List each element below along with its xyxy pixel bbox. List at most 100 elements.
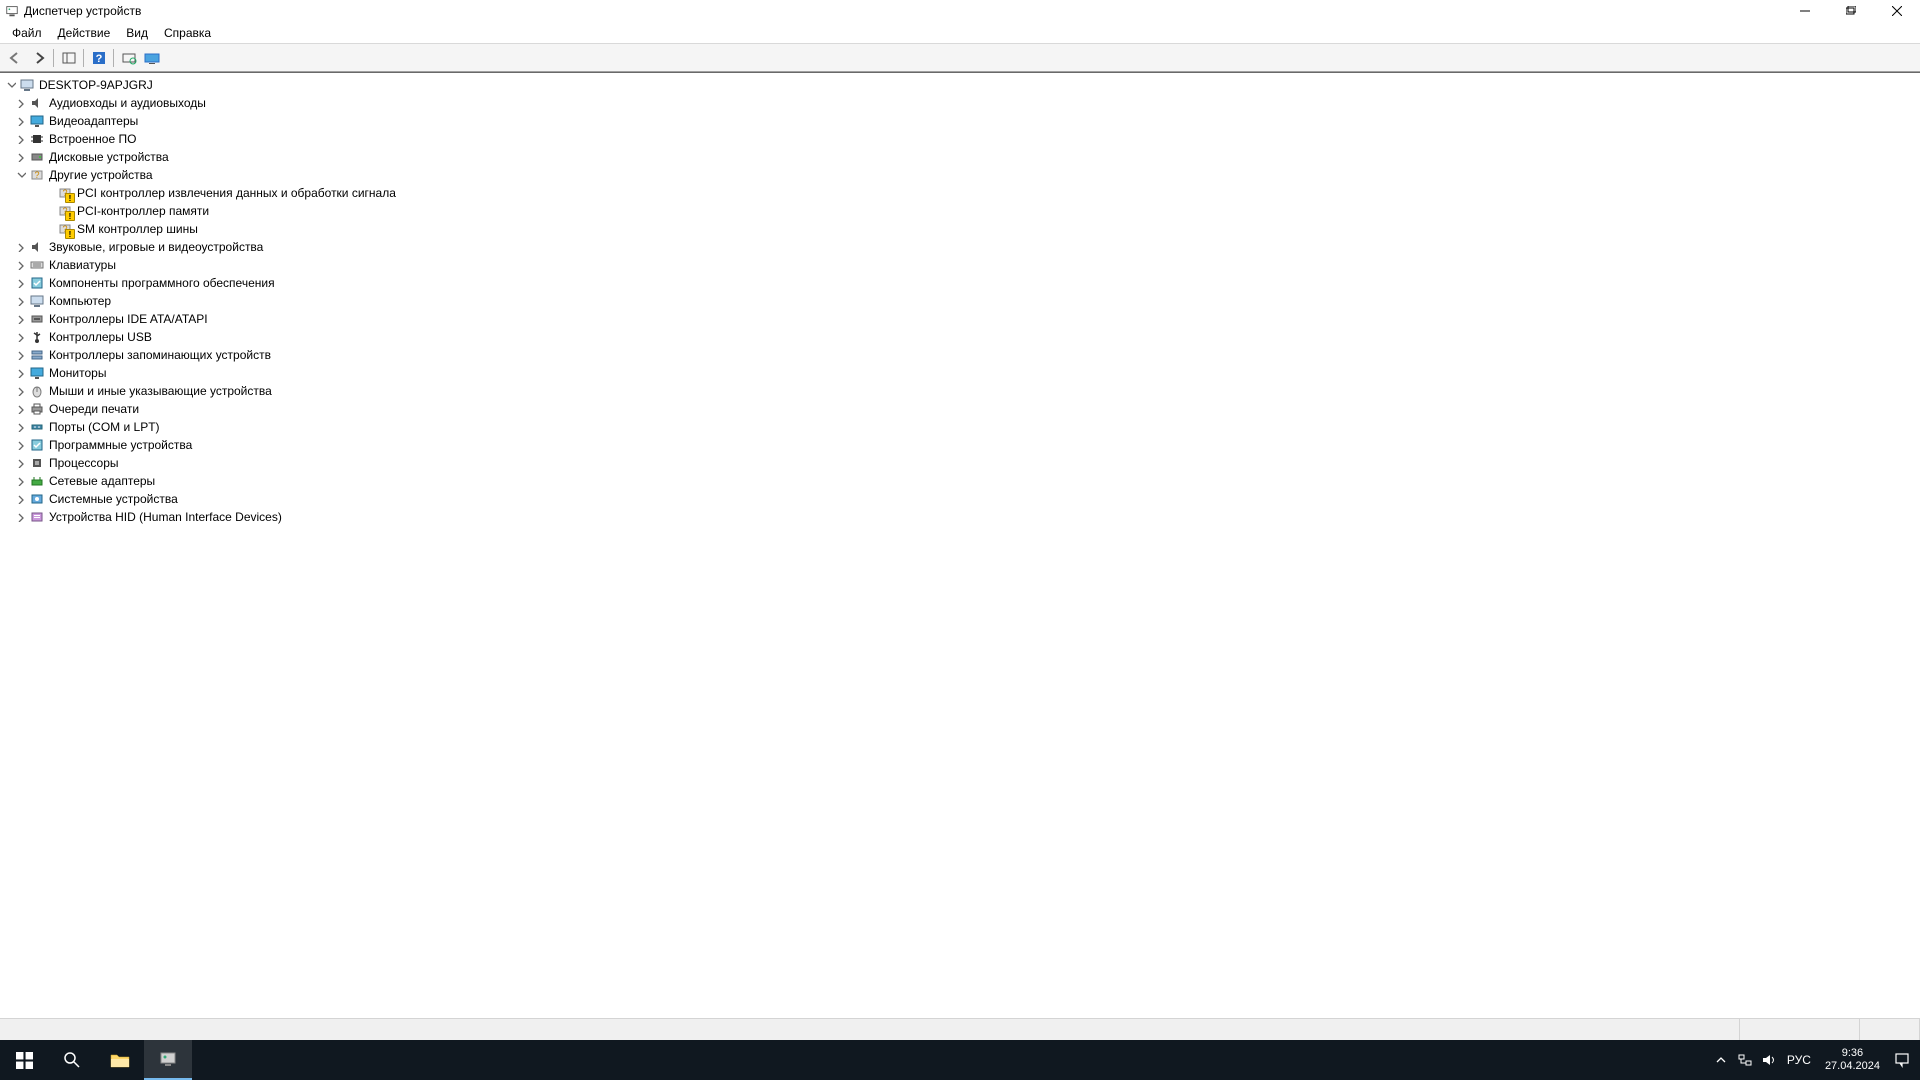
tree-category-cpu[interactable]: Процессоры [1,454,1919,472]
minimize-button[interactable] [1782,0,1828,22]
tree-category-firmware[interactable]: Встроенное ПО [1,130,1919,148]
keyboard-icon [29,257,45,273]
taskbar: РУС 9:36 27.04.2024 [0,1040,1920,1080]
expand-icon[interactable] [15,493,27,505]
tree-category-label: Компоненты программного обеспечения [49,276,275,290]
tree-category-ports[interactable]: Порты (COM и LPT) [1,418,1919,436]
system-tray: РУС 9:36 27.04.2024 [1709,1040,1920,1080]
expand-icon[interactable] [15,133,27,145]
tree-category-computer[interactable]: Компьютер [1,292,1919,310]
expand-icon[interactable] [15,475,27,487]
tree-category-label: Мониторы [49,366,106,380]
pc-icon [29,293,45,309]
expand-icon[interactable] [5,79,17,91]
scan-hardware-button[interactable] [117,47,140,69]
back-button[interactable] [3,47,26,69]
tree-category-other[interactable]: ?Другие устройства [1,166,1919,184]
device-tree[interactable]: DESKTOP-9APJGRJАудиовходы и аудиовыходы В… [0,72,1920,1018]
tree-category-label: Звуковые, игровые и видеоустройства [49,240,263,254]
expand-icon[interactable] [15,313,27,325]
audio-icon [29,239,45,255]
tree-category-usb[interactable]: Контроллеры USB [1,328,1919,346]
expand-icon[interactable] [15,331,27,343]
expand-icon[interactable] [15,385,27,397]
tray-chevron-icon[interactable] [1709,1040,1733,1080]
tree-category-hid[interactable]: Устройства HID (Human Interface Devices) [1,508,1919,526]
ide-icon [29,311,45,327]
tree-category-label: Встроенное ПО [49,132,136,146]
tree-category-softwaredevices[interactable]: Программные устройства [1,436,1919,454]
tree-category-label: Контроллеры запоминающих устройств [49,348,271,362]
tree-device-item[interactable]: ?!PCI-контроллер памяти [1,202,1919,220]
tree-category-sound[interactable]: Звуковые, игровые и видеоустройства [1,238,1919,256]
menu-help[interactable]: Справка [156,24,219,42]
expand-icon[interactable] [15,367,27,379]
clock-date: 27.04.2024 [1825,1060,1880,1073]
tree-category-keyboard[interactable]: Клавиатуры [1,256,1919,274]
network-icon[interactable] [1733,1040,1757,1080]
tree-category-display[interactable]: Видеоадаптеры [1,112,1919,130]
tree-category-label: Мыши и иные указывающие устройства [49,384,272,398]
expand-icon[interactable] [15,511,27,523]
expand-icon[interactable] [15,403,27,415]
tree-category-ide[interactable]: Контроллеры IDE ATA/ATAPI [1,310,1919,328]
menu-action[interactable]: Действие [50,24,119,42]
tree-category-printqueue[interactable]: Очереди печати [1,400,1919,418]
expand-icon[interactable] [15,97,27,109]
port-icon [29,419,45,435]
tree-category-system[interactable]: Системные устройства [1,490,1919,508]
forward-button[interactable] [27,47,50,69]
svg-text:?: ? [95,53,102,65]
clock[interactable]: 9:36 27.04.2024 [1817,1047,1888,1073]
language-indicator[interactable]: РУС [1781,1053,1817,1067]
menu-file[interactable]: Файл [4,24,50,42]
device-warning-icon: ?! [57,203,73,219]
tree-root-node[interactable]: DESKTOP-9APJGRJ [1,76,1919,94]
tree-category-disk[interactable]: Дисковые устройства [1,148,1919,166]
device-manager-taskbar-button[interactable] [144,1040,192,1080]
expand-icon[interactable] [15,421,27,433]
tree-category-label: Программные устройства [49,438,192,452]
tree-category-label: Сетевые адаптеры [49,474,155,488]
tree-category-storage[interactable]: Контроллеры запоминающих устройств [1,346,1919,364]
tree-category-mice[interactable]: Мыши и иные указывающие устройства [1,382,1919,400]
tree-device-label: PCI контроллер извлечения данных и обраб… [77,186,396,200]
expand-icon[interactable] [15,349,27,361]
help-button[interactable]: ? [87,47,110,69]
tree-device-item[interactable]: ?!SM контроллер шины [1,220,1919,238]
file-explorer-button[interactable] [96,1040,144,1080]
expand-icon[interactable] [15,151,27,163]
scan-button[interactable] [141,47,164,69]
tree-device-item[interactable]: ?!PCI контроллер извлечения данных и обр… [1,184,1919,202]
tree-category-network[interactable]: Сетевые адаптеры [1,472,1919,490]
tree-category-label: Устройства HID (Human Interface Devices) [49,510,282,524]
tree-category-label: Видеоадаптеры [49,114,138,128]
volume-icon[interactable] [1757,1040,1781,1080]
expand-icon[interactable] [15,295,27,307]
app-icon [4,3,20,19]
tree-category-label: Системные устройства [49,492,178,506]
tree-category-audio[interactable]: Аудиовходы и аудиовыходы [1,94,1919,112]
expand-icon[interactable] [15,259,27,271]
search-button[interactable] [48,1040,96,1080]
expand-icon[interactable] [15,115,27,127]
audio-icon [29,95,45,111]
expand-icon[interactable] [15,439,27,451]
warning-badge-icon: ! [65,193,75,203]
action-center-icon[interactable] [1888,1040,1916,1080]
expand-icon[interactable] [15,169,27,181]
show-hide-console-button[interactable] [57,47,80,69]
start-button[interactable] [0,1040,48,1080]
maximize-button[interactable] [1828,0,1874,22]
clock-time: 9:36 [1842,1047,1863,1060]
tree-category-label: Другие устройства [49,168,153,182]
menu-view[interactable]: Вид [118,24,156,42]
expand-icon[interactable] [15,457,27,469]
close-button[interactable] [1874,0,1920,22]
tree-category-software[interactable]: Компоненты программного обеспечения [1,274,1919,292]
expand-icon[interactable] [15,241,27,253]
status-cell [1860,1019,1920,1040]
tree-category-monitors[interactable]: Мониторы [1,364,1919,382]
expand-icon[interactable] [15,277,27,289]
sw-icon [29,437,45,453]
